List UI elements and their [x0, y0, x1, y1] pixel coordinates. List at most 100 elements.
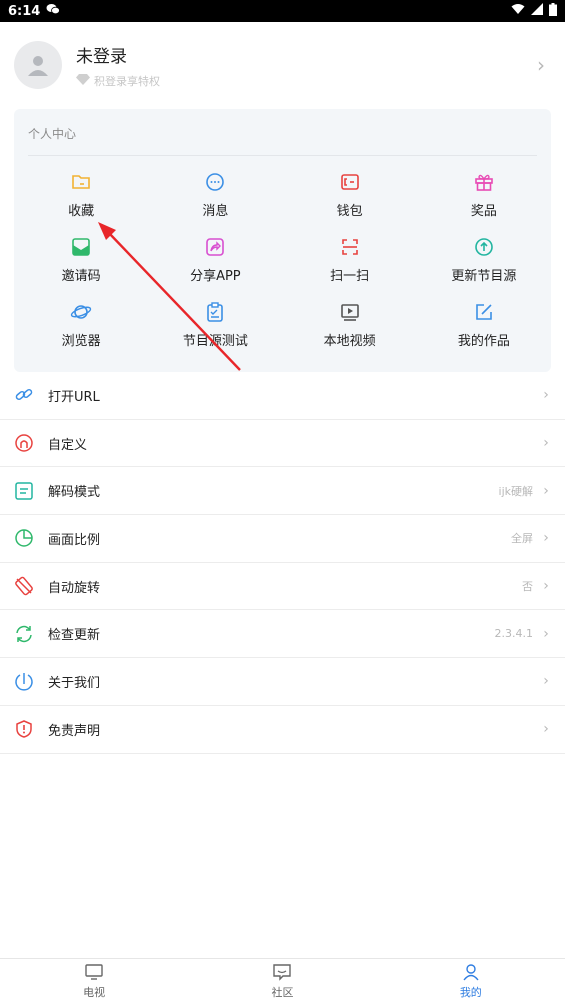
- settings-label: 解码模式: [48, 485, 101, 501]
- wifi-icon: [511, 3, 525, 19]
- settings-row-aspect-ratio[interactable]: 画面比例 全屏 ›: [0, 515, 565, 563]
- chevron-right-icon: ›: [543, 482, 549, 499]
- chevron-right-icon: ›: [543, 435, 549, 452]
- settings-row-open-url[interactable]: 打开URL ›: [0, 372, 565, 420]
- settings-label: 关于我们: [48, 675, 101, 691]
- info-icon: [14, 671, 34, 692]
- settings-value: 2.3.4.1: [494, 627, 533, 641]
- grid-item-label: 邀请码: [61, 269, 101, 284]
- grid-item-favorites[interactable]: 收藏: [14, 171, 148, 236]
- profile-name: 未登录: [76, 46, 127, 67]
- shield-alert-icon: [14, 719, 34, 739]
- wechat-icon: [46, 3, 61, 19]
- settings-row-disclaimer[interactable]: 免责声明 ›: [0, 706, 565, 754]
- user-icon: [463, 964, 479, 981]
- settings-value: ijk硬解: [498, 484, 533, 498]
- mail-icon: [72, 238, 90, 256]
- grid-item-share-app[interactable]: 分享APP: [148, 236, 282, 301]
- settings-label: 打开URL: [48, 389, 100, 405]
- grid-item-source-test[interactable]: 节目源测试: [148, 301, 282, 366]
- tab-label: 社区: [271, 986, 294, 999]
- settings-row-about[interactable]: 关于我们 ›: [0, 658, 565, 706]
- grid-item-browser[interactable]: 浏览器: [14, 301, 148, 366]
- tab-mine[interactable]: 我的: [377, 959, 565, 1004]
- grid-item-label: 我的作品: [457, 334, 510, 349]
- decode-icon: [14, 481, 34, 501]
- grid-item-label: 扫一扫: [330, 269, 370, 284]
- settings-label: 检查更新: [48, 628, 101, 644]
- grid-item-my-works[interactable]: 我的作品: [417, 301, 551, 366]
- settings-row-check-update[interactable]: 检查更新 2.3.4.1 ›: [0, 610, 565, 659]
- chevron-right-icon: ›: [543, 530, 549, 547]
- divider: [28, 155, 537, 156]
- gift-icon: [475, 174, 493, 191]
- chevron-right-icon: ›: [543, 625, 549, 642]
- chevron-right-icon: ›: [537, 53, 545, 77]
- grid-item-invite-code[interactable]: 邀请码: [14, 236, 148, 301]
- signal-icon: [531, 3, 543, 19]
- grid-item-prizes[interactable]: 奖品: [417, 171, 551, 236]
- avatar[interactable]: [14, 41, 62, 89]
- chevron-right-icon: ›: [543, 673, 549, 690]
- grid-item-local-video[interactable]: 本地视频: [283, 301, 417, 366]
- tab-community[interactable]: 社区: [188, 959, 376, 1004]
- grid-item-label: 消息: [202, 204, 229, 219]
- settings-value: 否: [522, 580, 533, 594]
- settings-label: 自定义: [48, 437, 88, 453]
- profile-header[interactable]: 未登录 积登录享特权 ›: [0, 22, 565, 108]
- video-play-icon: [340, 304, 359, 321]
- settings-row-decode-mode[interactable]: 解码模式 ijk硬解 ›: [0, 467, 565, 516]
- personal-center-title: 个人中心: [28, 127, 77, 141]
- grid-item-label: 分享APP: [190, 269, 241, 284]
- link-icon: [14, 385, 34, 405]
- grid-item-label: 更新节目源: [451, 269, 517, 284]
- personal-center-card: 个人中心 收藏 消息 钱包 奖品 邀请码 分享APP 扫一扫 更新节目源 浏览器…: [14, 109, 551, 372]
- clipboard-check-icon: [207, 302, 224, 322]
- chevron-right-icon: ›: [543, 387, 549, 404]
- grid-item-scan[interactable]: 扫一扫: [283, 236, 417, 301]
- settings-list: 打开URL › 自定义 › 解码模式 ijk硬解 › 画面比例 全屏 › 自动旋…: [0, 372, 565, 754]
- grid-item-label: 奖品: [470, 204, 497, 219]
- tab-label: 电视: [83, 986, 106, 999]
- edit-icon: [476, 304, 492, 320]
- settings-label: 自动旋转: [48, 580, 101, 596]
- settings-value: 全屏: [511, 532, 533, 546]
- settings-label: 画面比例: [48, 532, 101, 548]
- grid-item-update-source[interactable]: 更新节目源: [417, 236, 551, 301]
- settings-row-custom[interactable]: 自定义 ›: [0, 420, 565, 468]
- folder-icon: [72, 175, 90, 189]
- status-bar: 6:14: [0, 0, 565, 22]
- chevron-right-icon: ›: [543, 578, 549, 595]
- share-icon: [206, 238, 225, 256]
- grid-item-label: 节目源测试: [182, 334, 248, 349]
- tab-label: 我的: [459, 986, 482, 999]
- grid-item-label: 收藏: [68, 204, 95, 219]
- battery-icon: [549, 2, 557, 20]
- custom-icon: [14, 433, 34, 453]
- diamond-icon: [76, 73, 90, 88]
- grid-item-label: 钱包: [336, 204, 363, 219]
- settings-label: 免责声明: [48, 723, 101, 739]
- profile-subtitle: 积登录享特权: [94, 74, 160, 88]
- grid-item-label: 本地视频: [323, 334, 376, 349]
- tab-tv[interactable]: 电视: [0, 959, 188, 1004]
- grid-item-messages[interactable]: 消息: [148, 171, 282, 236]
- bottom-tab-bar: 电视 社区 我的: [0, 958, 565, 1004]
- status-time: 6:14: [8, 3, 41, 19]
- upload-circle-icon: [475, 238, 493, 256]
- grid-item-label: 浏览器: [61, 334, 101, 349]
- user-silhouette-icon: [28, 56, 48, 76]
- personal-center-grid: 收藏 消息 钱包 奖品 邀请码 分享APP 扫一扫 更新节目源 浏览器 节目源测…: [14, 171, 551, 366]
- refresh-icon: [14, 624, 34, 644]
- rotate-icon: [14, 576, 34, 596]
- chevron-right-icon: ›: [543, 721, 549, 738]
- chat-bubble-icon: [206, 173, 225, 191]
- community-icon: [273, 964, 292, 981]
- scan-icon: [341, 239, 358, 255]
- grid-item-wallet[interactable]: 钱包: [283, 171, 417, 236]
- pie-chart-icon: [14, 528, 34, 548]
- wallet-icon: [340, 174, 359, 190]
- settings-row-auto-rotate[interactable]: 自动旋转 否 ›: [0, 563, 565, 611]
- tv-icon: [85, 964, 103, 980]
- planet-icon: [70, 305, 92, 319]
